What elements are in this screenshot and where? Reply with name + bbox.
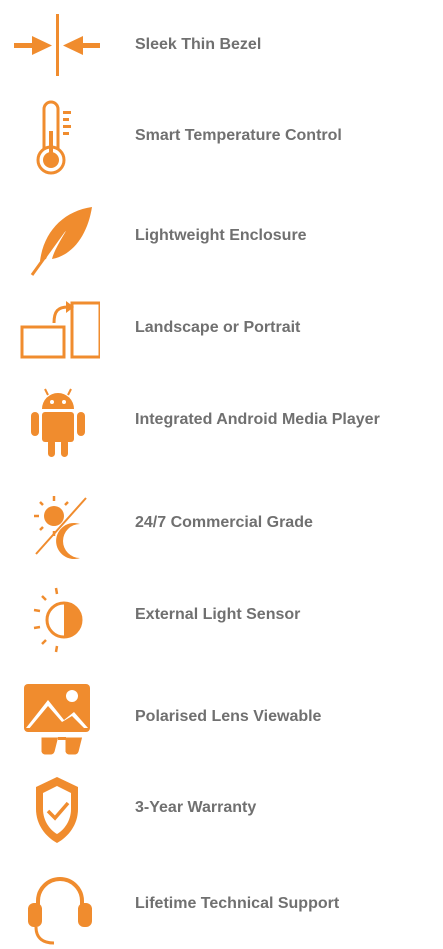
feature-label: Polarised Lens Viewable xyxy=(135,708,322,725)
polarised-glasses-icon xyxy=(14,678,100,758)
feature-item-light-sensor: External Light Sensor xyxy=(0,570,443,660)
feature-item-android: Integrated Android Media Player xyxy=(0,375,443,465)
feature-item-support: Lifetime Technical Support xyxy=(0,859,443,949)
thin-bezel-icon xyxy=(14,6,100,86)
light-sensor-icon xyxy=(14,576,100,656)
feather-icon xyxy=(14,197,100,277)
rotate-screen-icon xyxy=(14,289,100,369)
android-icon xyxy=(14,381,100,461)
feature-item-orientation: Landscape or Portrait xyxy=(0,283,443,373)
feature-label: Integrated Android Media Player xyxy=(135,411,380,428)
thermometer-icon xyxy=(14,97,100,177)
feature-label: Landscape or Portrait xyxy=(135,319,301,336)
feature-item-warranty: 3-Year Warranty xyxy=(0,763,443,853)
feature-label: External Light Sensor xyxy=(135,606,301,623)
feature-label: Lifetime Technical Support xyxy=(135,895,340,912)
feature-label: Smart Temperature Control xyxy=(135,127,342,144)
shield-check-icon xyxy=(14,769,100,849)
feature-item-polarised: Polarised Lens Viewable xyxy=(0,672,443,762)
sun-moon-icon xyxy=(14,484,100,564)
feature-label: 3-Year Warranty xyxy=(135,799,257,816)
feature-label: Lightweight Enclosure xyxy=(135,227,307,244)
feature-item-commercial-grade: 24/7 Commercial Grade xyxy=(0,478,443,568)
feature-item-thin-bezel: Sleek Thin Bezel xyxy=(0,0,443,90)
feature-list: Sleek Thin Bezel Smart Temperature Contr… xyxy=(0,0,443,945)
feature-item-temperature: Smart Temperature Control xyxy=(0,91,443,181)
headset-icon xyxy=(14,865,100,945)
feature-label: 24/7 Commercial Grade xyxy=(135,514,313,531)
feature-label: Sleek Thin Bezel xyxy=(135,36,262,53)
feature-item-lightweight: Lightweight Enclosure xyxy=(0,191,443,281)
